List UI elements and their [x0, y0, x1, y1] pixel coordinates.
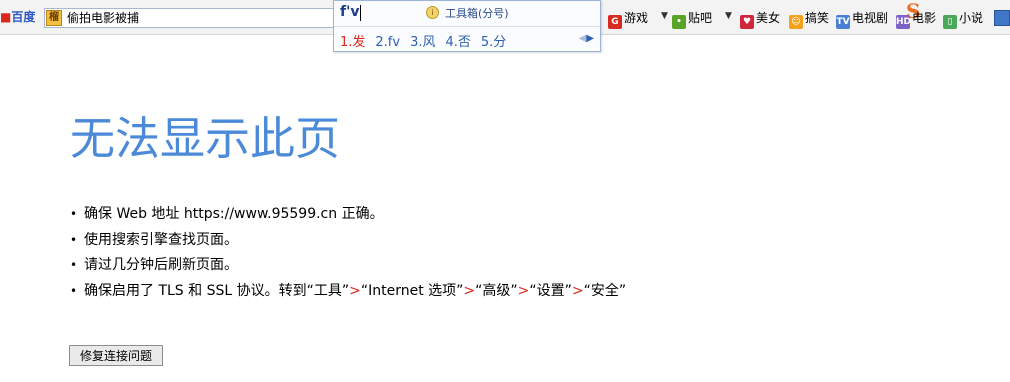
- search-engine-icon: 榴: [46, 10, 62, 26]
- hd-icon: HD: [896, 15, 912, 29]
- book-icon: ▯: [943, 15, 957, 29]
- smiley-icon: ☺: [789, 15, 803, 29]
- ime-candidate-1[interactable]: 1.发: [340, 31, 365, 50]
- ime-next-page-icon[interactable]: ▶: [586, 33, 594, 44]
- ime-candidate-window: f'v i 工具箱(分号) 1.发 2.fv 3.风 4.否 5.分 ◀▶ S: [333, 0, 920, 52]
- search-input-value: 偷拍电影被捕: [67, 11, 140, 25]
- breadcrumb-separator: >: [571, 282, 584, 299]
- toolbar-link-tieba[interactable]: • 贴吧: [672, 10, 712, 29]
- ime-candidate-2[interactable]: 2.fv: [375, 35, 400, 50]
- toolbar-link-movie[interactable]: HD电影: [896, 10, 936, 29]
- search-input[interactable]: 榴 偷拍电影被捕: [44, 8, 338, 28]
- suggestion-item: • 确保 Web 地址 https://www.95599.cn 正确。: [70, 206, 384, 222]
- breadcrumb-separator: >: [349, 282, 361, 299]
- ime-caret: [360, 5, 361, 21]
- ime-composition: f'v: [340, 4, 360, 20]
- chevron-down-icon[interactable]: ▼: [725, 11, 732, 21]
- toolbar-link-novel[interactable]: ▯ 小说: [943, 10, 983, 29]
- fix-connection-button[interactable]: 修复连接问题: [69, 345, 163, 366]
- window-icon[interactable]: [994, 10, 1010, 26]
- tv-icon: TV: [836, 15, 850, 29]
- suggestion-item: • 请过几分钟后刷新页面。: [70, 257, 238, 273]
- breadcrumb-separator: >: [517, 282, 530, 299]
- chevron-down-icon[interactable]: ▼: [661, 11, 668, 21]
- game-icon: G: [608, 15, 622, 29]
- ime-candidate-list: 1.发 2.fv 3.风 4.否 5.分: [340, 31, 516, 50]
- ime-candidate-4[interactable]: 4.否: [446, 31, 471, 50]
- ime-candidate-5[interactable]: 5.分: [481, 31, 506, 50]
- ime-page-nav: ◀▶: [579, 33, 594, 44]
- toolbar-link-beauty[interactable]: ♥ 美女: [740, 10, 780, 29]
- lips-icon: ♥: [740, 15, 754, 29]
- suggestion-item: • 确保启用了 TLS 和 SSL 协议。转到“工具”>“Internet 选项”…: [70, 282, 627, 299]
- info-icon[interactable]: i: [426, 6, 439, 19]
- toolbar-link-game[interactable]: G 游戏: [608, 10, 648, 29]
- baidu-logo[interactable]: ■百度: [0, 9, 35, 25]
- ime-toolbox-label[interactable]: 工具箱(分号): [445, 5, 509, 21]
- toolbar-link-funny[interactable]: ☺ 搞笑: [789, 10, 829, 29]
- page-title: 无法显示此页: [70, 112, 341, 165]
- breadcrumb-separator: >: [463, 282, 476, 299]
- toolbar-link-tv[interactable]: TV 电视剧: [836, 10, 888, 29]
- suggestion-list: • 确保 Web 地址 https://www.95599.cn 正确。 • 使用搜…: [70, 202, 626, 304]
- suggestion-item: • 使用搜索引擎查找页面。: [70, 231, 238, 248]
- ime-divider: [334, 26, 600, 27]
- chat-bubble-icon: •: [672, 15, 686, 29]
- ime-candidate-3[interactable]: 3.风: [410, 31, 435, 50]
- browser-toolbar: ■百度 榴 偷拍电影被捕 f'v i 工具箱(分号) 1.发 2.fv 3.风 4.否…: [0, 0, 1010, 52]
